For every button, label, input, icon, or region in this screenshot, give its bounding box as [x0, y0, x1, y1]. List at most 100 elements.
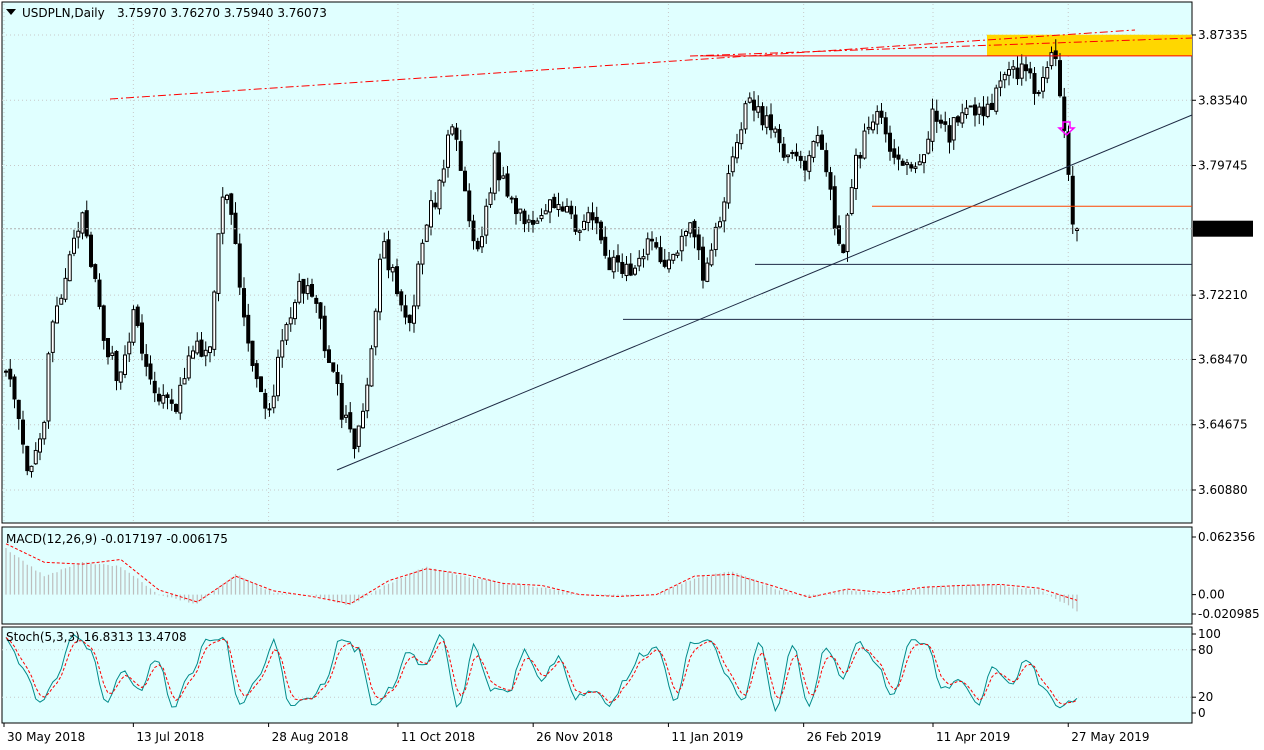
- candle-body: [480, 236, 484, 248]
- current-price-label: 3.76073: [1198, 222, 1248, 236]
- candle-body: [764, 115, 769, 128]
- candle-body: [237, 243, 242, 288]
- time-tick-label: 26 Feb 2019: [807, 730, 882, 744]
- candle-body: [165, 394, 170, 398]
- candle-body: [543, 210, 548, 215]
- candle-body: [254, 363, 259, 380]
- candle-body: [276, 356, 280, 397]
- candle-body: [688, 222, 693, 234]
- candle-body: [114, 350, 119, 382]
- candle-body: [1028, 68, 1033, 74]
- candle-body: [794, 151, 799, 157]
- candle-body: [356, 425, 361, 447]
- stoch-tick-label: 80: [1198, 643, 1213, 657]
- candle-body: [654, 242, 659, 248]
- price-tick-label: 3.79745: [1198, 159, 1248, 173]
- candle-body: [352, 428, 357, 450]
- candle-body: [1024, 64, 1028, 72]
- candle-body: [446, 134, 450, 168]
- candle-body: [641, 256, 646, 260]
- candle-body: [263, 392, 268, 409]
- stoch-tick-label: 0: [1198, 706, 1206, 720]
- candle-body: [322, 315, 327, 352]
- candle-body: [815, 134, 820, 144]
- candle-body: [152, 380, 157, 394]
- candle-body: [72, 237, 76, 254]
- candle-body: [407, 314, 412, 324]
- candle-body: [505, 173, 510, 197]
- candle-body: [33, 449, 38, 465]
- candle-body: [705, 262, 710, 282]
- candle-body: [67, 254, 72, 282]
- time-tick-label: 11 Apr 2019: [936, 730, 1010, 744]
- price-tick-label: 3.64675: [1198, 418, 1248, 432]
- candle-body: [556, 204, 561, 211]
- candle-body: [50, 321, 55, 353]
- candle-body: [42, 421, 47, 440]
- candle-body: [501, 175, 506, 179]
- candle-body: [216, 233, 221, 294]
- candle-body: [832, 186, 837, 229]
- time-tick-label: 13 Jul 2018: [136, 730, 204, 744]
- candle-body: [828, 172, 833, 190]
- candle-body: [786, 154, 790, 158]
- candle-body: [1015, 67, 1020, 80]
- candle-body: [369, 348, 374, 387]
- candle-body: [497, 152, 501, 181]
- candle-body: [463, 170, 467, 192]
- candle-body: [773, 128, 778, 133]
- candle-body: [93, 264, 98, 279]
- chart-window: 3.87335 3.83540 3.79745 3.72210 3.68470 3.646…: [0, 0, 1264, 750]
- time-tick-label: 26 Nov 2018: [536, 730, 613, 744]
- candle-body: [760, 106, 765, 126]
- candle-body: [752, 99, 756, 111]
- candle-body: [424, 224, 429, 242]
- candle-body: [998, 80, 1003, 88]
- candle-body: [514, 198, 518, 215]
- candle-body: [756, 106, 761, 113]
- candle-body: [917, 161, 922, 166]
- candle-body: [450, 126, 455, 135]
- candle-body: [89, 234, 93, 267]
- candle-body: [458, 141, 463, 171]
- candle-body: [305, 285, 310, 295]
- stoch-tick-label: 20: [1198, 690, 1213, 704]
- candle-body: [858, 154, 863, 159]
- macd-tick-label: 0.00: [1198, 588, 1225, 602]
- candle-body: [739, 129, 744, 145]
- candle-body: [913, 166, 918, 169]
- candle-body: [892, 148, 897, 158]
- candle-body: [118, 371, 123, 383]
- candle-body: [866, 126, 871, 130]
- candle-body: [667, 259, 671, 270]
- candle-body: [84, 210, 89, 237]
- price-tick-label: 3.83540: [1198, 93, 1248, 107]
- annotations-under: [987, 34, 1192, 56]
- candle-body: [620, 261, 625, 274]
- time-tick-label: 28 Aug 2018: [272, 730, 349, 744]
- candle-body: [854, 154, 858, 189]
- main-pane[interactable]: [1, 1, 1193, 524]
- candle-body: [628, 263, 633, 276]
- candle-body: [968, 105, 973, 108]
- candle-body: [416, 263, 421, 307]
- candle-body: [888, 132, 892, 152]
- candle-body: [871, 121, 875, 131]
- candle-body: [1036, 91, 1041, 94]
- candle-body: [990, 102, 994, 111]
- candle-body: [849, 187, 854, 215]
- candle-body: [191, 350, 195, 359]
- candle-body: [798, 155, 803, 161]
- candle-body: [365, 384, 370, 412]
- stoch-tick-label: 100: [1198, 627, 1221, 641]
- macd-tick-label: 0.062356: [1198, 530, 1255, 544]
- candle-body: [509, 197, 514, 200]
- candle-body: [960, 112, 965, 124]
- candle-body: [284, 324, 289, 341]
- candle-body: [896, 154, 901, 160]
- candle-body: [378, 258, 382, 313]
- candle-body: [242, 288, 246, 318]
- candle-body: [55, 305, 59, 324]
- candle-body: [807, 155, 812, 172]
- candle-body: [701, 246, 705, 281]
